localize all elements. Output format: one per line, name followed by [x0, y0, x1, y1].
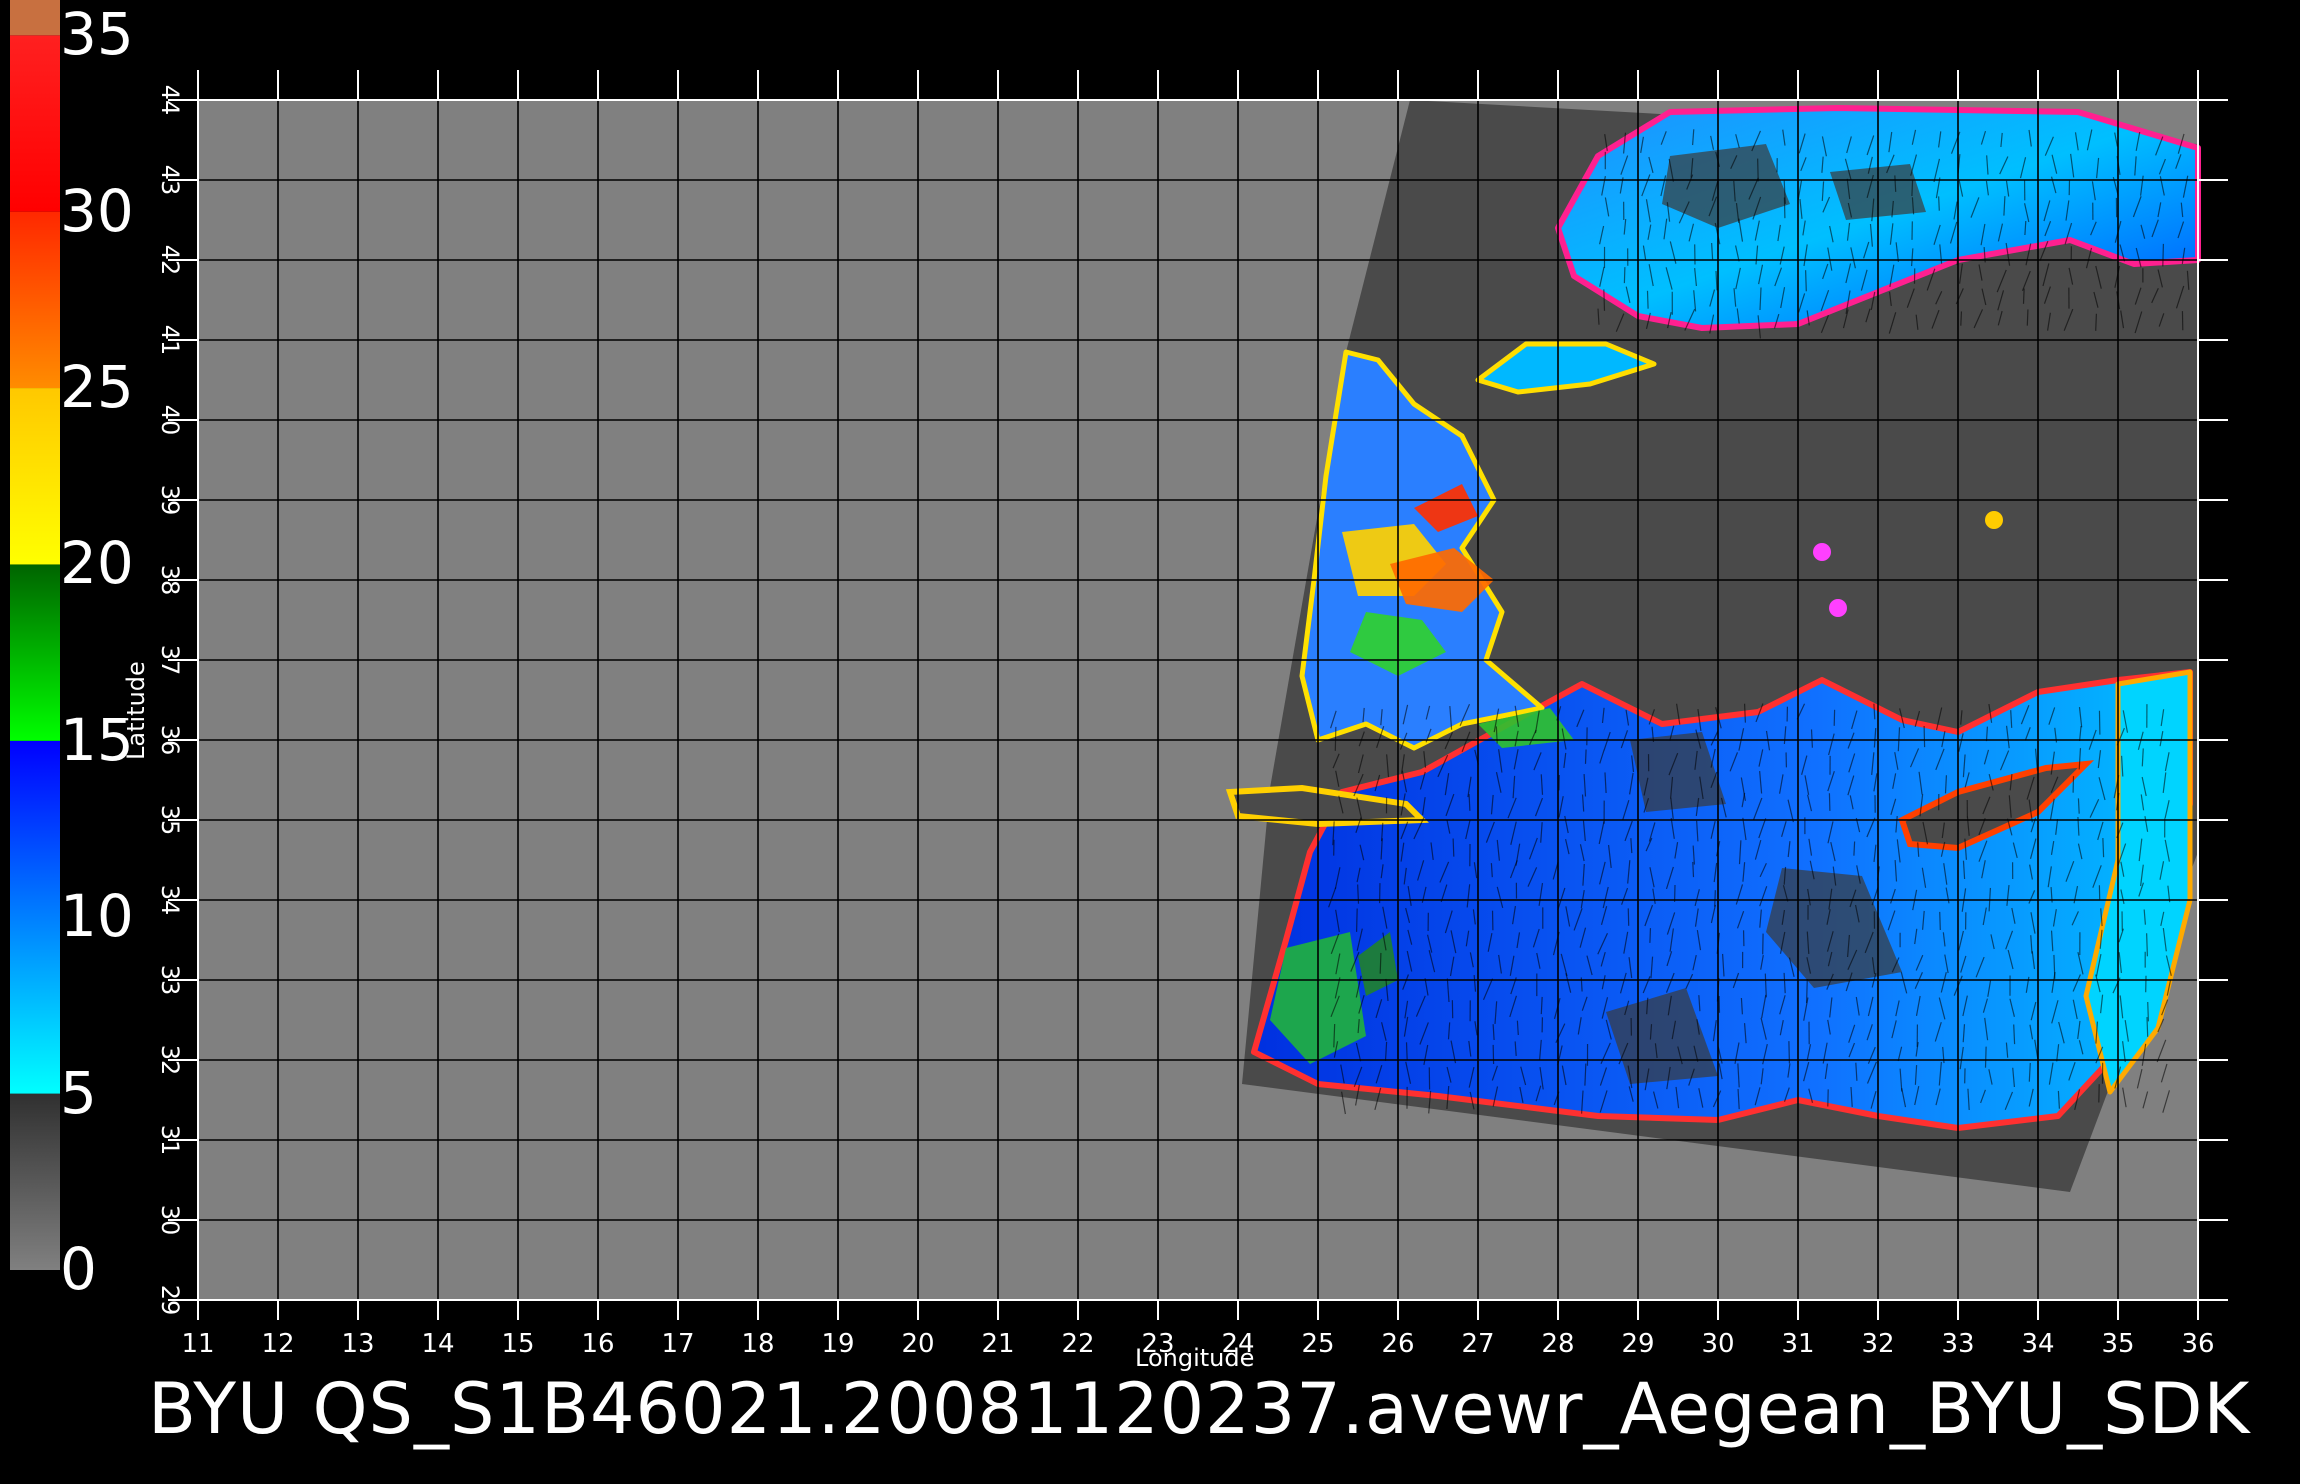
wind-vector: [1358, 884, 1359, 903]
longitude-tick-label: 18: [741, 1329, 774, 1359]
longitude-tick-label: 26: [1381, 1329, 1414, 1359]
wind-vector: [1745, 704, 1746, 723]
longitude-tick-label: 33: [1941, 1329, 1974, 1359]
wind-vector: [2148, 1002, 2149, 1021]
map-figure: 1112131415161718192021222324252627282930…: [0, 0, 2300, 1480]
wind-vector: [1357, 909, 1358, 932]
longitude-tick-label: 15: [501, 1329, 534, 1359]
colorbar: [10, 0, 60, 1270]
wind-vector: [2147, 933, 2148, 956]
latitude-tick-label: 30: [156, 1205, 184, 1236]
colorbar-tick-label: 30: [60, 182, 134, 240]
longitude-tick-label: 11: [181, 1329, 214, 1359]
wind-vector: [1586, 750, 1587, 764]
wind-vector: [1939, 196, 1940, 210]
longitude-tick-label: 19: [821, 1329, 854, 1359]
longitude-tick-label: 30: [1701, 1329, 1734, 1359]
longitude-tick-label: 27: [1461, 1329, 1494, 1359]
longitude-tick-label: 32: [1861, 1329, 1894, 1359]
longitude-tick-label: 29: [1621, 1329, 1654, 1359]
wind-vector: [1380, 953, 1381, 974]
latitude-tick-label: 37: [156, 645, 184, 676]
wind-vector: [1541, 997, 1542, 1014]
wind-vector: [2147, 1017, 2148, 1037]
colorbar-tick-label: 20: [60, 534, 134, 592]
latitude-tick-label: 31: [156, 1125, 184, 1156]
figure-title: BYU QS_S1B46021.20081120237.avewr_Aegean…: [148, 1368, 2250, 1450]
longitude-tick-label: 22: [1061, 1329, 1094, 1359]
wind-vector: [2078, 798, 2079, 813]
latitude-tick-label: 35: [156, 805, 184, 836]
latitude-tick-label: 38: [156, 565, 184, 596]
wind-vector: [2024, 289, 2025, 304]
wind-vector: [1715, 890, 1716, 906]
wind-vector: [2027, 309, 2028, 325]
colorbar-tick-label: 0: [60, 1240, 97, 1298]
y-axis-label: Latitude: [122, 661, 150, 760]
colorbar-segment: [10, 0, 60, 35]
wind-speck: [1813, 543, 1831, 561]
latitude-tick-labels: 29 30 31 32 33 34 35 36 37 38 39 40 41 42 43 44: [156, 85, 184, 1316]
wind-vector: [1407, 1042, 1408, 1060]
latitude-tick-label: 43: [156, 165, 184, 196]
longitude-tick-label: 20: [901, 1329, 934, 1359]
wind-vector: [1693, 862, 1694, 877]
colorbar-segment: [10, 212, 60, 388]
colorbar-segment: [10, 35, 60, 211]
colorbar-tick-label: 5: [60, 1064, 97, 1122]
wind-vector: [1758, 159, 1759, 182]
wind-vector: [1496, 726, 1497, 743]
longitude-tick-label: 36: [2181, 1329, 2214, 1359]
wind-vector: [1854, 842, 1855, 856]
longitude-tick-label: 35: [2101, 1329, 2134, 1359]
latitude-tick-label: 44: [156, 85, 184, 116]
wind-vector: [1986, 1047, 1987, 1068]
wind-vector: [2163, 244, 2164, 267]
colorbar-tick-label: 25: [60, 358, 134, 416]
colorbar-segment: [10, 564, 60, 740]
wind-vector: [1604, 289, 1605, 310]
wind-vector: [1807, 979, 1808, 1003]
longitude-tick-label: 25: [1301, 1329, 1334, 1359]
wind-vector: [2096, 314, 2097, 331]
longitude-tick-label: 34: [2021, 1329, 2054, 1359]
latitude-tick-label: 34: [156, 885, 184, 916]
latitude-tick-label: 40: [156, 405, 184, 436]
wind-speck: [1829, 599, 1847, 617]
latitude-tick-label: 33: [156, 965, 184, 996]
wind-speed-map: 1112131415161718192021222324252627282930…: [0, 0, 2300, 1480]
latitude-tick-label: 29: [156, 1285, 184, 1316]
wind-vector: [2103, 838, 2104, 857]
colorbar-segment: [10, 388, 60, 564]
latitude-tick-label: 41: [156, 325, 184, 356]
wind-vector: [1453, 838, 1454, 856]
latitude-tick-label: 39: [156, 485, 184, 516]
wind-vector: [1650, 928, 1651, 943]
latitude-tick-label: 42: [156, 245, 184, 276]
colorbar-tick-label: 35: [60, 5, 134, 63]
colorbar-tick-label: 10: [60, 887, 134, 945]
longitude-tick-label: 17: [661, 1329, 694, 1359]
longitude-tick-label: 21: [981, 1329, 1014, 1359]
wind-vector: [1961, 311, 1962, 325]
longitude-tick-label: 13: [341, 1329, 374, 1359]
wind-vector: [1806, 270, 1807, 291]
latitude-tick-label: 36: [156, 725, 184, 756]
colorbar-segment: [10, 741, 60, 1094]
colorbar-segment: [10, 1094, 60, 1270]
wind-speck: [1985, 511, 2003, 529]
wind-vector: [1335, 727, 1336, 751]
wind-vector: [1940, 912, 1941, 930]
longitude-tick-label: 28: [1541, 1329, 1574, 1359]
wind-vector: [1469, 794, 1470, 811]
longitude-tick-label: 12: [261, 1329, 294, 1359]
longitude-tick-label: 31: [1781, 1329, 1814, 1359]
wind-vector: [1647, 291, 1648, 309]
wind-vector: [1912, 180, 1913, 196]
longitude-tick-label: 16: [581, 1329, 614, 1359]
latitude-tick-label: 32: [156, 1045, 184, 1076]
longitude-tick-label: 14: [421, 1329, 454, 1359]
